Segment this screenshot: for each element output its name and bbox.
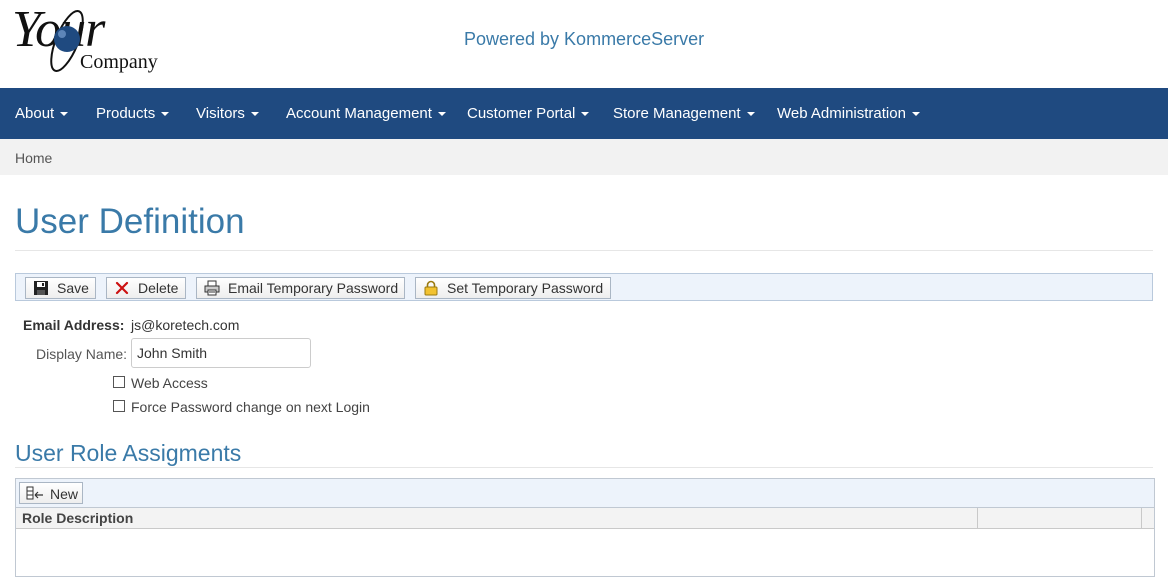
display-name-label: Display Name:: [36, 346, 128, 362]
title-divider: [15, 250, 1153, 251]
caret-down-icon: [581, 112, 590, 117]
roles-grid-header: Role Description: [16, 508, 1154, 529]
delete-label: Delete: [138, 280, 179, 296]
nav-customer-portal[interactable]: Customer Portal: [467, 88, 590, 139]
logo-subtext: Company: [80, 51, 158, 73]
caret-down-icon: [161, 112, 170, 117]
caret-down-icon: [60, 112, 69, 117]
email-temporary-password-button[interactable]: Email Temporary Password: [196, 277, 405, 299]
page-title: User Definition: [15, 202, 245, 241]
nav-account-management[interactable]: Account Management: [286, 88, 446, 139]
email-address-label: Email Address:: [23, 317, 125, 333]
force-password-change-label: Force Password change on next Login: [131, 399, 370, 415]
roles-grid-toolbar: New: [16, 479, 1154, 508]
company-logo[interactable]: Your Company: [12, 2, 172, 78]
nav-web-administration-label: Web Administration: [777, 105, 906, 122]
main-navbar: About Products Visitors Account Manageme…: [0, 88, 1168, 139]
powered-by-text: Powered by KommerceServer: [464, 29, 705, 49]
email-address-value: js@koretech.com: [131, 317, 240, 333]
red-x-icon: [115, 281, 129, 295]
column-header-role-description[interactable]: Role Description: [22, 510, 133, 526]
floppy-disk-icon: [34, 281, 48, 295]
breadcrumb: Home: [0, 139, 1168, 175]
nav-account-management-label: Account Management: [286, 105, 432, 122]
nav-about-label: About: [15, 105, 55, 122]
set-temporary-password-button[interactable]: Set Temporary Password: [415, 277, 611, 299]
caret-down-icon: [911, 112, 920, 117]
section-divider: [15, 467, 1153, 468]
roles-grid: New Role Description: [15, 478, 1155, 577]
padlock-icon: [424, 280, 438, 296]
delete-button[interactable]: Delete: [106, 277, 186, 299]
caret-down-icon: [746, 112, 755, 117]
save-button[interactable]: Save: [25, 277, 96, 299]
new-role-label: New: [50, 486, 79, 502]
add-row-icon: [26, 486, 43, 500]
nav-store-management[interactable]: Store Management: [613, 88, 755, 139]
column-divider: [977, 508, 978, 528]
nav-web-administration[interactable]: Web Administration: [777, 88, 920, 139]
display-name-input[interactable]: [131, 338, 311, 368]
nav-products[interactable]: Products: [96, 88, 170, 139]
nav-visitors-label: Visitors: [196, 105, 245, 122]
set-temporary-password-label: Set Temporary Password: [447, 280, 604, 296]
nav-about[interactable]: About: [15, 88, 69, 139]
save-label: Save: [57, 280, 89, 296]
new-role-button[interactable]: New: [19, 482, 83, 504]
column-divider: [1141, 508, 1142, 528]
nav-products-label: Products: [96, 105, 156, 122]
user-toolbar: Save Delete Email Temporary Password Set…: [15, 273, 1153, 301]
web-access-checkbox[interactable]: [113, 376, 125, 388]
nav-visitors[interactable]: Visitors: [196, 88, 259, 139]
nav-customer-portal-label: Customer Portal: [467, 105, 576, 122]
caret-down-icon: [250, 112, 259, 117]
email-temporary-password-label: Email Temporary Password: [228, 280, 399, 296]
section-title-user-roles: User Role Assigments: [15, 440, 242, 466]
breadcrumb-home[interactable]: Home: [15, 150, 52, 166]
force-password-change-checkbox[interactable]: [113, 400, 125, 412]
site-header: Your Company Powered by KommerceServer: [0, 0, 1168, 88]
nav-store-management-label: Store Management: [613, 105, 741, 122]
printer-icon: [204, 280, 220, 296]
web-access-label: Web Access: [131, 375, 208, 391]
caret-down-icon: [437, 112, 446, 117]
